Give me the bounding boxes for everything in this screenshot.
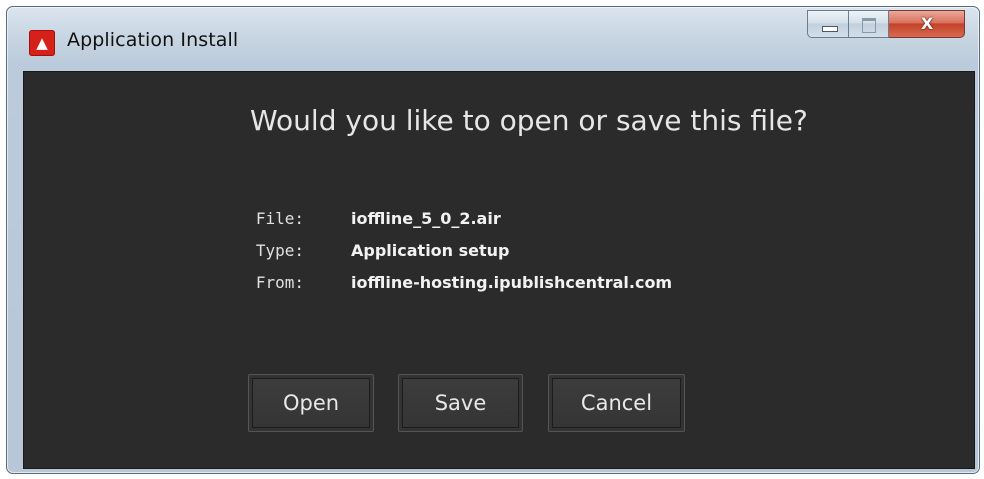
- dialog-question: Would you like to open or save this file…: [250, 104, 808, 137]
- close-button[interactable]: X: [889, 10, 965, 38]
- open-button-label: Open: [252, 378, 370, 428]
- from-value: ioffline-hosting.ipublishcentral.com: [351, 273, 673, 292]
- type-label: Type:: [255, 241, 304, 260]
- adobe-air-icon: ▲: [29, 30, 55, 56]
- save-button[interactable]: Save: [398, 374, 523, 432]
- cancel-button-label: Cancel: [552, 378, 681, 428]
- file-label: File:: [255, 209, 304, 228]
- minimize-icon: [822, 26, 838, 32]
- title-bar[interactable]: ▲ Application Install X: [7, 7, 979, 71]
- cancel-button[interactable]: Cancel: [548, 374, 685, 432]
- from-label: From:: [255, 273, 304, 292]
- file-row: File: ioffline_5_0_2.air: [24, 209, 964, 233]
- type-value: Application setup: [351, 241, 510, 260]
- caption-buttons: X: [807, 10, 965, 40]
- from-row: From: ioffline-hosting.ipublishcentral.c…: [24, 273, 964, 297]
- dialog-content: Would you like to open or save this file…: [23, 71, 975, 469]
- type-row: Type: Application setup: [24, 241, 964, 265]
- maximize-icon: [862, 18, 876, 33]
- minimize-button[interactable]: [807, 10, 849, 38]
- file-value: ioffline_5_0_2.air: [351, 209, 501, 228]
- open-button[interactable]: Open: [248, 374, 374, 432]
- window-title: Application Install: [67, 29, 239, 51]
- save-button-label: Save: [402, 378, 519, 428]
- maximize-button[interactable]: [849, 10, 889, 38]
- close-icon: X: [920, 14, 934, 33]
- application-install-window: ▲ Application Install X Would you like t…: [6, 6, 980, 474]
